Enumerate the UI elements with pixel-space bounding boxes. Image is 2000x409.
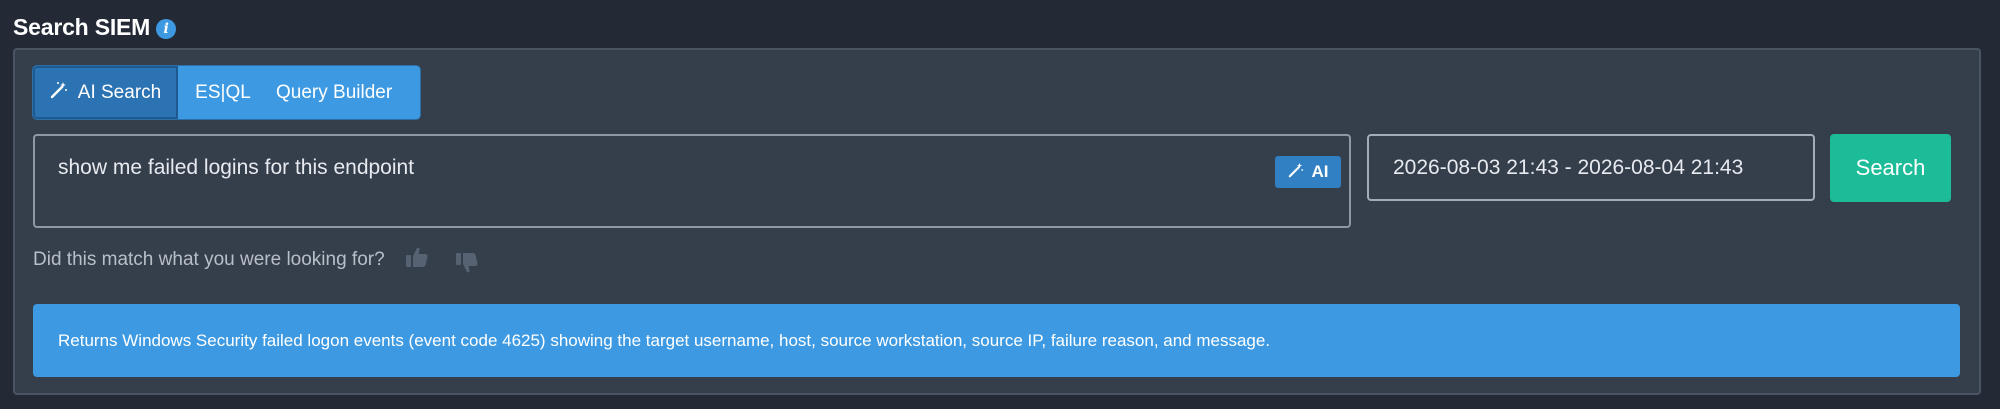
tab-label: AI Search xyxy=(77,81,162,103)
thumbs-up-icon[interactable] xyxy=(405,246,429,274)
tab-query-builder[interactable]: Query Builder xyxy=(268,66,420,119)
info-icon[interactable]: i xyxy=(156,18,177,39)
ai-badge[interactable]: AI xyxy=(1275,156,1341,188)
date-range-input[interactable]: 2026-08-03 21:43 - 2026-08-04 21:43 xyxy=(1367,134,1815,201)
ai-badge-label: AI xyxy=(1311,162,1329,181)
query-text[interactable]: show me failed logins for this endpoint xyxy=(58,156,414,180)
feedback-row: Did this match what you were looking for… xyxy=(33,246,479,274)
section-header: Search SIEM i xyxy=(13,14,177,41)
magic-wand-icon xyxy=(50,81,68,104)
tab-label: Query Builder xyxy=(276,81,393,103)
thumbs-down-icon[interactable] xyxy=(455,246,479,274)
feedback-prompt: Did this match what you were looking for… xyxy=(33,249,385,270)
ai-query-input[interactable]: show me failed logins for this endpoint … xyxy=(33,134,1351,228)
search-panel: AI Search ES|QL Query Builder show me fa… xyxy=(13,48,1981,395)
search-button[interactable]: Search xyxy=(1830,134,1951,202)
query-description-banner: Returns Windows Security failed logon ev… xyxy=(33,304,1960,377)
tab-label: ES|QL xyxy=(195,81,251,103)
query-description-text: Returns Windows Security failed logon ev… xyxy=(58,330,1271,350)
tab-ai-search[interactable]: AI Search xyxy=(33,66,178,119)
magic-wand-icon xyxy=(1288,162,1304,183)
page-title: Search SIEM xyxy=(13,14,151,40)
tab-esql[interactable]: ES|QL xyxy=(178,66,268,119)
search-mode-tabs: AI Search ES|QL Query Builder xyxy=(33,66,420,119)
